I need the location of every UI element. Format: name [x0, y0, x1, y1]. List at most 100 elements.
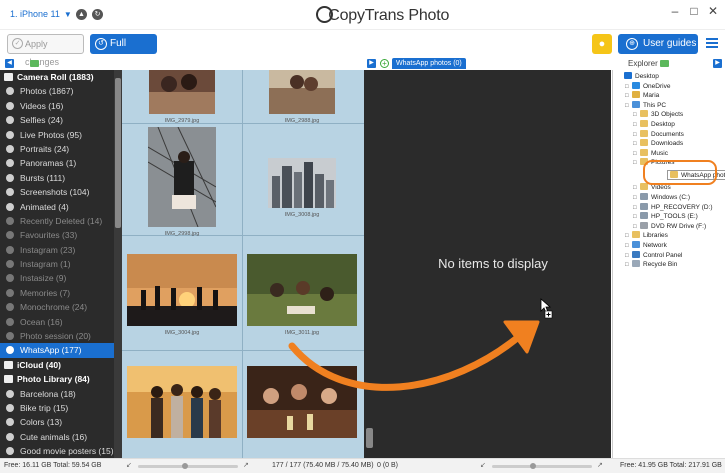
close-icon[interactable]: ✕	[705, 4, 721, 18]
grid-scrollbar[interactable]	[364, 70, 375, 458]
new-album-icon[interactable]	[30, 60, 39, 67]
explorer-item[interactable]: □ Control Panel	[625, 250, 682, 261]
explorer-item[interactable]: □ Libraries	[625, 231, 668, 241]
photo-grid[interactable]: IMG_2979.jpg IMG_2988.jpg IMG_2998.jpg I…	[122, 70, 364, 458]
zoom-out-icon[interactable]: ↙	[126, 462, 134, 470]
album-drop-area[interactable]: No items to display	[375, 70, 611, 458]
zoom-out-icon[interactable]: ↙	[480, 462, 488, 470]
explorer-item[interactable]: □ HP_TOOLS (E:)	[633, 212, 698, 222]
expand-icon[interactable]: □	[633, 120, 639, 130]
collapse-right-icon[interactable]: ▶	[713, 59, 722, 68]
expand-icon[interactable]: □	[625, 101, 631, 111]
expand-icon[interactable]: □	[625, 82, 631, 92]
photo-thumbnail[interactable]: IMG_3004.jpg	[126, 254, 238, 336]
zoom-slider-knob[interactable]	[530, 463, 536, 469]
photo-thumbnail[interactable]	[126, 366, 238, 440]
expand-icon[interactable]: □	[625, 231, 631, 241]
photo-thumbnail[interactable]: IMG_2979.jpg	[126, 70, 238, 124]
photo-thumbnail[interactable]	[246, 366, 358, 440]
sidebar-item[interactable]: Videos (16)	[0, 99, 114, 113]
expand-icon[interactable]: □	[625, 241, 631, 251]
explorer-item[interactable]: □ Windows (C:)	[633, 193, 690, 203]
hamburger-menu-icon[interactable]	[706, 38, 718, 50]
device-selector[interactable]: 1. iPhone 11 ▼	[10, 9, 72, 19]
expand-icon[interactable]: □	[633, 222, 639, 232]
expand-icon[interactable]: □	[625, 251, 631, 261]
explorer-item[interactable]: □ Music	[633, 148, 668, 159]
sidebar-scrollbar[interactable]	[114, 70, 122, 458]
sidebar-item[interactable]: Photo session (20)	[0, 329, 114, 343]
sidebar-item[interactable]: Screenshots (104)	[0, 185, 114, 199]
refresh-icon[interactable]: ↻	[92, 9, 103, 20]
explorer-item[interactable]: □ This PC	[625, 100, 666, 111]
expand-icon[interactable]: □	[633, 149, 639, 159]
grid-scroll-thumb[interactable]	[366, 428, 373, 448]
sidebar-item[interactable]: Live Photos (95)	[0, 128, 114, 142]
zoom-in-icon[interactable]: ↗	[243, 462, 251, 470]
sidebar-group-header[interactable]: Camera Roll (1883)	[0, 70, 114, 84]
sidebar-item[interactable]: Favourites (33)	[0, 228, 114, 242]
explorer-item[interactable]: □ 3D Objects	[633, 110, 683, 120]
sidebar-item[interactable]: Instagram (1)	[0, 257, 114, 271]
sidebar-item[interactable]: Memories (7)	[0, 286, 114, 300]
expand-icon[interactable]: □	[625, 91, 631, 101]
sidebar-group-header[interactable]: iCloud (40)	[0, 358, 114, 372]
explorer-item[interactable]: □ Downloads	[633, 139, 683, 149]
expand-icon[interactable]: □	[633, 130, 639, 140]
expand-icon[interactable]: □	[633, 183, 639, 193]
sidebar-item[interactable]: Instagram (23)	[0, 243, 114, 257]
explorer-item[interactable]: Desktop	[617, 72, 659, 82]
sidebar-item[interactable]: WhatsApp (177)	[0, 343, 114, 358]
zoom-slider[interactable]	[138, 463, 238, 469]
sidebar-item[interactable]: Cute animals (16)	[0, 430, 114, 444]
explorer-item[interactable]: □ OneDrive	[625, 81, 670, 92]
sidebar-item[interactable]: Animated (4)	[0, 200, 114, 214]
explorer-item[interactable]: □ Maria	[625, 91, 659, 101]
sidebar-item[interactable]: Portraits (24)	[0, 142, 114, 156]
explorer-item[interactable]: □ Desktop	[633, 120, 675, 130]
sidebar-item[interactable]: Panoramas (1)	[0, 156, 114, 170]
sidebar-item[interactable]: Instasize (9)	[0, 271, 114, 285]
expand-icon[interactable]: □	[633, 203, 639, 213]
zoom-slider-knob[interactable]	[182, 463, 188, 469]
album-tab[interactable]: WhatsApp photos (0)	[392, 58, 466, 69]
expand-icon[interactable]: □	[625, 260, 631, 270]
sidebar-item[interactable]: Photos (1867)	[0, 84, 114, 98]
apply-changes-button[interactable]: ✓ Apply changes	[7, 34, 84, 67]
expand-icon[interactable]: □	[633, 212, 639, 222]
expand-icon[interactable]: □	[633, 193, 639, 203]
zoom-slider[interactable]	[492, 463, 592, 469]
sidebar-item[interactable]: Bike trip (15)	[0, 401, 114, 415]
sidebar-item[interactable]: Monochrome (24)	[0, 300, 114, 314]
sidebar-scroll-thumb[interactable]	[115, 78, 121, 228]
add-album-icon[interactable]: +	[380, 59, 389, 68]
collapse-left-icon[interactable]: ◀	[5, 59, 14, 68]
eject-icon[interactable]: ▲	[76, 9, 87, 20]
explorer-item[interactable]: □ HP_RECOVERY (D:)	[633, 202, 713, 213]
photo-thumbnail[interactable]: IMG_2998.jpg	[126, 126, 238, 237]
explorer-item[interactable]: □ Network	[625, 241, 667, 251]
photo-thumbnail[interactable]: IMG_3011.jpg	[246, 254, 358, 336]
sidebar-group-header[interactable]: Photo Library (84)	[0, 372, 114, 386]
sidebar-item[interactable]: Colors (13)	[0, 415, 114, 429]
sidebar-item[interactable]: Bursts (111)	[0, 171, 114, 185]
explorer-item[interactable]: □ Recycle Bin	[625, 260, 677, 270]
new-folder-icon[interactable]	[660, 60, 669, 67]
zoom-in-icon[interactable]: ↗	[597, 462, 605, 470]
photo-thumbnail[interactable]: IMG_3008.jpg	[246, 158, 358, 218]
minimize-icon[interactable]: –	[667, 4, 683, 18]
user-guides-button[interactable]: ⊕ User guides	[618, 34, 698, 54]
expand-icon[interactable]: □	[633, 110, 639, 120]
explorer-item[interactable]: □ Documents	[633, 129, 684, 140]
expand-icon[interactable]: □	[633, 158, 639, 168]
sidebar-item[interactable]: Recently Deleted (14)	[0, 214, 114, 228]
sidebar-item[interactable]: Good movie posters (15)	[0, 444, 114, 458]
full-backup-button[interactable]: ↺ Full Backup	[90, 34, 157, 69]
collapse-center-icon[interactable]: ▶	[367, 59, 376, 68]
photo-thumbnail[interactable]: IMG_2988.jpg	[246, 70, 358, 124]
sidebar-item[interactable]: Ocean (16)	[0, 315, 114, 329]
explorer-item[interactable]: □ DVD RW Drive (F:)	[633, 221, 706, 232]
sidebar-item[interactable]: Barcelona (18)	[0, 387, 114, 401]
expand-icon[interactable]: □	[633, 139, 639, 149]
tips-button[interactable]: ●	[592, 34, 612, 54]
